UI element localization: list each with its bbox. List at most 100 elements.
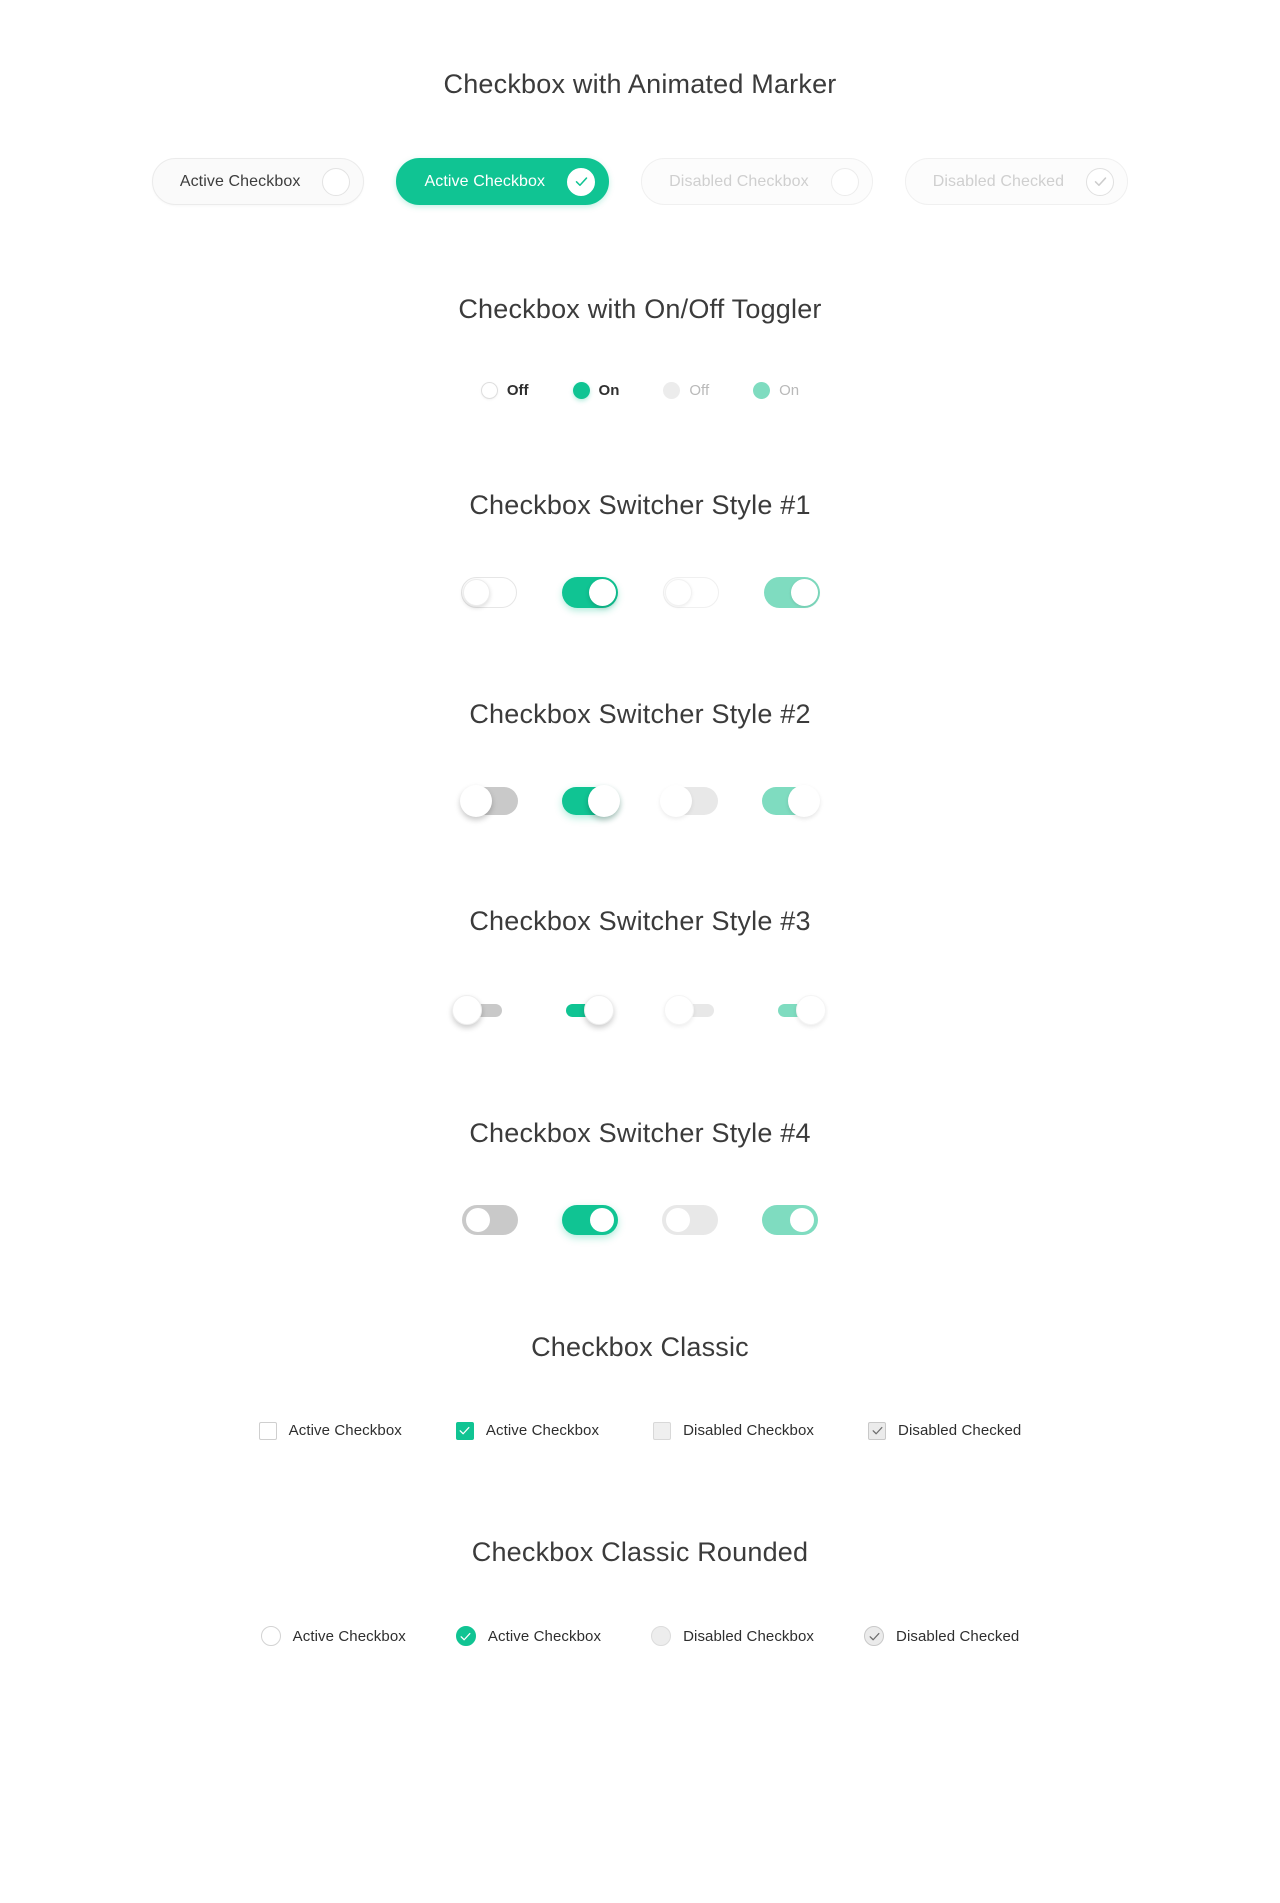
toggler-dot-icon bbox=[663, 381, 681, 399]
switch-knob bbox=[660, 784, 692, 817]
switch-knob bbox=[788, 784, 820, 817]
marker-checkbox-checked[interactable]: Active Checkbox bbox=[396, 158, 610, 206]
classic-checkbox-label: Active Checkbox bbox=[485, 1422, 600, 1440]
empty-box-icon bbox=[260, 1626, 281, 1647]
toggler-dot-icon bbox=[572, 381, 590, 399]
marker-checkbox-label: Disabled Checkbox bbox=[669, 172, 809, 190]
empty-box-icon bbox=[653, 1421, 672, 1440]
check-icon bbox=[1086, 167, 1115, 196]
marker-checkbox-label: Disabled Checked bbox=[932, 172, 1065, 190]
switch-sw1-s-off[interactable] bbox=[460, 577, 517, 609]
section-title-animated-marker: Checkbox with Animated Marker bbox=[443, 69, 837, 99]
switcher-style-2-row bbox=[0, 784, 1280, 817]
classic-checkbox-label: Disabled Checkbox bbox=[683, 1627, 815, 1645]
switch-sw4-s-ond bbox=[762, 1205, 818, 1236]
switch-sw3-s-off[interactable] bbox=[452, 993, 510, 1027]
marker-checkbox-active[interactable]: Active Checkbox bbox=[151, 158, 365, 206]
check-icon bbox=[864, 1626, 885, 1647]
toggler-label: On bbox=[779, 381, 800, 399]
classic-checkbox-label: Active Checkbox bbox=[288, 1422, 402, 1440]
classic-row: Active Checkbox Active Checkbox Disabled C… bbox=[0, 1421, 1280, 1440]
section-title-switcher-style-2: Checkbox Switcher Style #2 bbox=[469, 699, 811, 730]
empty-box-icon bbox=[258, 1421, 277, 1440]
switcher-style-4-row bbox=[0, 1205, 1280, 1236]
classic-checkbox-b-ond: Disabled Checked bbox=[864, 1626, 1020, 1647]
switch-sw4-s-offd bbox=[662, 1205, 718, 1236]
classic-checkbox-b-off[interactable]: Active Checkbox bbox=[258, 1421, 402, 1440]
animated-marker-row: Active Checkbox Active Checkbox Disabled C… bbox=[0, 158, 1280, 206]
toggler-dot-icon bbox=[753, 381, 771, 399]
classic-checkbox-label: Disabled Checked bbox=[898, 1422, 1022, 1440]
switch-knob bbox=[588, 784, 620, 817]
section-switcher-style-2: Checkbox Switcher Style #2 bbox=[0, 608, 1280, 817]
section-title-switcher-style-3: Checkbox Switcher Style #3 bbox=[469, 905, 811, 936]
classic-checkbox-b-offd: Disabled Checkbox bbox=[651, 1626, 815, 1647]
switcher-style-1-row bbox=[0, 577, 1280, 609]
classic-checkbox-label: Active Checkbox bbox=[487, 1627, 602, 1645]
empty-circle-icon bbox=[322, 167, 351, 196]
toggler-label: Off bbox=[506, 381, 529, 399]
page-root: Checkbox with Animated Marker Active Che… bbox=[0, 0, 1280, 1766]
marker-checkbox-label: Active Checkbox bbox=[424, 172, 546, 190]
classic-rounded-row: Active Checkbox Active Checkbox Disabled C… bbox=[0, 1626, 1280, 1647]
switch-sw3-s-offd bbox=[664, 993, 722, 1027]
switch-sw2-s-on[interactable] bbox=[562, 784, 620, 817]
toggler-checkbox-on-on[interactable]: On bbox=[572, 381, 620, 399]
switch-sw2-s-ond bbox=[762, 784, 820, 817]
on-off-toggler-row: Off On Off On bbox=[0, 381, 1280, 399]
toggler-label: Off bbox=[689, 381, 710, 399]
switch-knob bbox=[588, 579, 616, 607]
switch-sw1-s-offd bbox=[662, 577, 719, 609]
switch-sw2-s-offd bbox=[660, 784, 718, 817]
classic-checkbox-b-off[interactable]: Active Checkbox bbox=[260, 1626, 406, 1647]
switch-sw2-s-off[interactable] bbox=[460, 784, 518, 817]
section-switcher-style-4: Checkbox Switcher Style #4 bbox=[0, 1027, 1280, 1236]
check-icon bbox=[868, 1421, 887, 1440]
section-switcher-style-3: Checkbox Switcher Style #3 bbox=[0, 815, 1280, 1027]
toggler-checkbox-off-on[interactable]: Off bbox=[480, 381, 529, 399]
toggler-checkbox-on-dis: On bbox=[753, 381, 800, 399]
section-classic: Checkbox Classic Active Checkbox Active C… bbox=[0, 1235, 1280, 1440]
switch-sw3-s-on[interactable] bbox=[558, 993, 616, 1027]
check-icon bbox=[455, 1421, 474, 1440]
switch-knob bbox=[460, 784, 492, 817]
check-icon bbox=[567, 167, 596, 196]
switch-sw4-s-on[interactable] bbox=[562, 1205, 618, 1236]
section-classic-rounded: Checkbox Classic Rounded Active Checkbox… bbox=[0, 1440, 1280, 1766]
classic-checkbox-b-on[interactable]: Active Checkbox bbox=[455, 1421, 600, 1440]
section-title-classic: Checkbox Classic bbox=[531, 1332, 749, 1363]
marker-checkbox-disabled-checked: Disabled Checked bbox=[904, 158, 1129, 206]
classic-checkbox-label: Active Checkbox bbox=[292, 1627, 406, 1645]
switch-knob bbox=[452, 994, 482, 1025]
switch-knob bbox=[664, 994, 694, 1025]
section-title-on-off-toggler: Checkbox with On/Off Toggler bbox=[458, 294, 822, 325]
switch-knob bbox=[790, 579, 818, 607]
switch-sw1-s-on[interactable] bbox=[561, 577, 618, 609]
marker-checkbox-label: Active Checkbox bbox=[179, 172, 301, 190]
switch-knob bbox=[462, 579, 490, 607]
section-animated-marker: Checkbox with Animated Marker Active Che… bbox=[0, 0, 1280, 206]
switch-knob bbox=[664, 579, 692, 607]
marker-checkbox-disabled: Disabled Checkbox bbox=[641, 158, 873, 206]
section-switcher-style-1: Checkbox Switcher Style #1 bbox=[0, 399, 1280, 609]
switch-knob bbox=[584, 994, 614, 1025]
classic-checkbox-label: Disabled Checkbox bbox=[683, 1422, 815, 1440]
section-title-switcher-style-1: Checkbox Switcher Style #1 bbox=[469, 489, 811, 520]
classic-checkbox-label: Disabled Checked bbox=[896, 1627, 1020, 1645]
classic-checkbox-b-ond: Disabled Checked bbox=[868, 1421, 1022, 1440]
empty-circle-icon bbox=[830, 167, 859, 196]
empty-box-icon bbox=[651, 1626, 672, 1647]
section-on-off-toggler: Checkbox with On/Off Toggler Off On Off On bbox=[0, 205, 1280, 399]
toggler-label: On bbox=[598, 381, 620, 399]
switch-sw3-s-ond bbox=[770, 993, 828, 1027]
check-icon bbox=[455, 1626, 476, 1647]
switch-sw1-s-ond bbox=[763, 577, 820, 609]
switch-sw4-s-off[interactable] bbox=[462, 1205, 518, 1236]
toggler-dot-icon bbox=[480, 381, 498, 399]
section-title-classic-rounded: Checkbox Classic Rounded bbox=[471, 1536, 809, 1567]
switcher-style-3-row bbox=[0, 993, 1280, 1027]
toggler-checkbox-off-dis: Off bbox=[663, 381, 710, 399]
classic-checkbox-b-offd: Disabled Checkbox bbox=[653, 1421, 815, 1440]
section-title-switcher-style-4: Checkbox Switcher Style #4 bbox=[469, 1117, 811, 1148]
classic-checkbox-b-on[interactable]: Active Checkbox bbox=[455, 1626, 602, 1647]
